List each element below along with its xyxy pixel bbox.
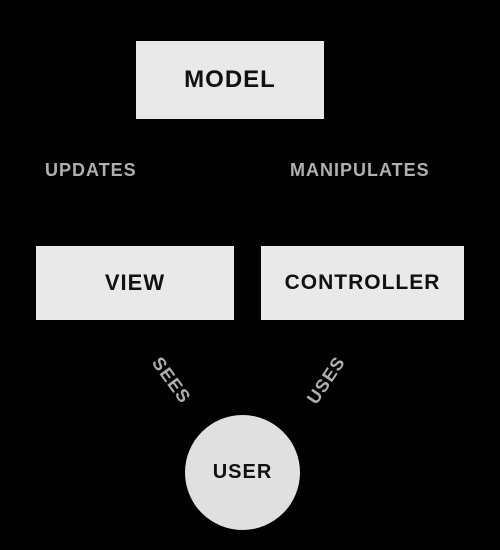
arrow-model-to-view xyxy=(120,120,180,245)
mvc-diagram: MODEL VIEW CONTROLLER USER UPDATES MANIP… xyxy=(0,0,500,550)
model-node: MODEL xyxy=(135,40,325,120)
edge-label-uses: USES xyxy=(303,353,350,409)
edge-label-sees: SEES xyxy=(147,353,195,407)
controller-node: CONTROLLER xyxy=(260,245,465,321)
controller-label: CONTROLLER xyxy=(285,271,441,295)
view-node: VIEW xyxy=(35,245,235,321)
view-label: VIEW xyxy=(105,270,165,296)
edge-label-manipulates: MANIPULATES xyxy=(290,160,430,181)
user-label: USER xyxy=(213,461,273,484)
user-node: USER xyxy=(185,415,300,530)
edge-label-updates: UPDATES xyxy=(45,160,137,181)
arrow-controller-to-model xyxy=(290,122,360,245)
model-label: MODEL xyxy=(184,66,276,94)
